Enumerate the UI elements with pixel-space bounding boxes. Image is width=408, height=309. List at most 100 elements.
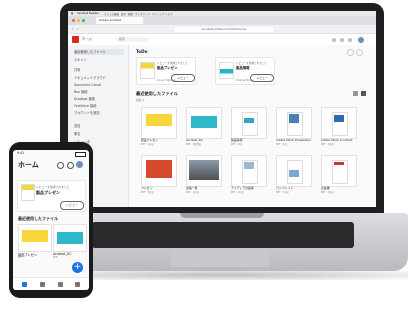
file-card[interactable]: 製品プレゼン PDF · 1分前 bbox=[141, 107, 177, 147]
file-thumbnail bbox=[18, 224, 52, 252]
main-content: ToDo レビューを依頼されました 製品プレゼン Anne Friedman レ… bbox=[129, 45, 376, 207]
laptop-hinge bbox=[180, 213, 264, 218]
avatar[interactable] bbox=[76, 161, 83, 168]
forward-icon[interactable]: › bbox=[77, 26, 79, 31]
file-card[interactable]: Acrobat_DC PDF bbox=[53, 224, 87, 264]
page-title: ホーム bbox=[18, 161, 39, 169]
todo-card[interactable]: レビューを依頼されました 製品プレゼン Anne Friedman レビュー bbox=[136, 57, 196, 85]
todo-title: ToDo bbox=[136, 49, 148, 54]
sidebar-item-scan[interactable]: スキャン bbox=[74, 57, 124, 63]
todo-card-subtitle: レビューを依頼されました bbox=[36, 185, 70, 189]
sidebar-item-sign[interactable]: 署名 bbox=[74, 131, 124, 137]
file-meta: PDF · 1分前 bbox=[141, 143, 154, 146]
file-thumbnail bbox=[231, 155, 267, 187]
file-card[interactable]: 製品情報 PDF · 昨日 bbox=[231, 107, 267, 147]
app-home-link[interactable]: ホーム bbox=[82, 37, 104, 42]
browser-toolbar: ‹ › acrobat.adobe.com/link/home bbox=[68, 25, 376, 34]
file-thumbnail bbox=[321, 107, 357, 139]
review-button[interactable]: レビュー bbox=[60, 201, 84, 210]
sidebar-item-shared[interactable]: 共有 bbox=[74, 67, 124, 73]
nav-home-icon[interactable] bbox=[22, 282, 27, 287]
menubar-edit[interactable]: 編集 bbox=[114, 12, 119, 16]
file-card[interactable]: Acrobat_DC PDF · 2時間前 bbox=[186, 107, 222, 147]
menubar-history[interactable]: 履歴 bbox=[128, 12, 133, 16]
browser-tabbar: Adobe Acrobat bbox=[68, 16, 376, 25]
browser-tab[interactable]: Adobe Acrobat bbox=[96, 17, 143, 24]
file-thumbnail bbox=[321, 155, 357, 187]
todo-thumbnail bbox=[21, 184, 35, 201]
review-button[interactable]: レビュー bbox=[171, 74, 195, 82]
notifications-icon[interactable] bbox=[67, 162, 74, 169]
laptop-keyboard bbox=[92, 222, 354, 248]
recent-sort[interactable]: 最新 ▾ bbox=[136, 98, 144, 102]
file-meta: PDF · 2日前 bbox=[321, 143, 334, 146]
file-card[interactable]: Adobe Stock Prospectus PDF · 昨日 bbox=[276, 107, 312, 147]
prev-icon[interactable] bbox=[347, 49, 354, 56]
minimize-window-icon[interactable] bbox=[77, 18, 80, 22]
avatar[interactable] bbox=[358, 36, 364, 43]
file-card[interactable]: プレゼン PDF · 3日前 bbox=[141, 155, 177, 195]
list-view-icon[interactable] bbox=[353, 91, 358, 96]
sidebar-item-recent[interactable]: 最近使用したファイル bbox=[74, 49, 124, 55]
laptop-screen: ● Acrobat Reader ファイル 編集 表示 履歴 ブックマーク ウィ… bbox=[68, 11, 376, 207]
menubar-app-name[interactable]: Acrobat Reader bbox=[77, 12, 99, 15]
file-thumbnail bbox=[53, 224, 87, 252]
sidebar-item-onedrive[interactable]: OneDrive 接続 bbox=[74, 103, 124, 109]
file-thumbnail bbox=[141, 155, 177, 187]
todo-card-name: 製品プレゼン bbox=[36, 190, 60, 195]
sidebar-item-send[interactable]: 送信 bbox=[74, 123, 124, 129]
sidebar-item-box[interactable]: Box 接続 bbox=[74, 89, 124, 95]
phone-screen: 9:41 ホーム レビューを依頼されました 製品プレゼン レビュー 最近使用した… bbox=[13, 150, 89, 290]
grid-view-icon[interactable] bbox=[361, 91, 366, 96]
file-meta: PDF · 2時間前 bbox=[186, 143, 202, 146]
search-input[interactable]: 検索 bbox=[116, 37, 149, 42]
nav-files-icon[interactable] bbox=[40, 282, 45, 287]
menubar-file[interactable]: ファイル bbox=[104, 12, 114, 16]
apple-icon[interactable]: ● bbox=[71, 12, 73, 15]
apps-grid-icon[interactable] bbox=[348, 37, 352, 42]
sidebar-item-doc-cloud[interactable]: Document Cloud bbox=[74, 82, 124, 88]
menubar-help[interactable]: ヘルプ bbox=[165, 12, 173, 16]
search-icon[interactable] bbox=[57, 162, 64, 169]
address-bar[interactable]: acrobat.adobe.com/link/home bbox=[174, 26, 274, 32]
sidebar-item-add-account[interactable]: アカウントを追加 bbox=[74, 110, 124, 116]
file-thumbnail bbox=[141, 107, 177, 139]
file-thumbnail bbox=[186, 107, 222, 139]
todo-thumbnail bbox=[219, 62, 234, 79]
file-meta: PDF · 3日前 bbox=[141, 191, 154, 194]
back-icon[interactable]: ‹ bbox=[72, 26, 74, 31]
acrobat-logo-icon bbox=[72, 36, 79, 43]
file-card[interactable]: Adobe Stock Contract PDF · 2日前 bbox=[321, 107, 357, 147]
menubar-window[interactable]: ウィンドウ bbox=[152, 12, 165, 16]
file-card[interactable]: パンフレット PDF · 5日前 bbox=[276, 155, 312, 195]
recent-files-title: 最近使用したファイル bbox=[136, 91, 178, 96]
help-icon[interactable] bbox=[332, 37, 336, 42]
battery-icon bbox=[75, 151, 86, 157]
sidebar-item-doc-cloud-ja[interactable]: ドキュメントクラウド bbox=[74, 75, 124, 81]
add-file-button[interactable]: + bbox=[72, 262, 83, 273]
file-card[interactable]: 製品プレゼン PDF bbox=[18, 224, 52, 264]
todo-card[interactable]: レビューを依頼されました 製品プレゼン レビュー bbox=[17, 180, 86, 212]
file-meta: PDF · 4日前 bbox=[231, 191, 244, 194]
next-icon[interactable] bbox=[356, 49, 363, 56]
notifications-icon[interactable] bbox=[340, 37, 344, 42]
menubar-bookmarks[interactable]: ブックマーク bbox=[135, 12, 150, 16]
file-card[interactable]: 出張一覧 PDF · 4日前 bbox=[186, 155, 222, 195]
phone-clock: 9:41 bbox=[17, 151, 25, 155]
close-window-icon[interactable] bbox=[72, 18, 75, 22]
file-thumbnail bbox=[231, 107, 267, 139]
file-meta: PDF · 昨日 bbox=[276, 143, 288, 146]
nav-shared-icon[interactable] bbox=[58, 282, 63, 287]
menubar-view[interactable]: 表示 bbox=[121, 12, 126, 16]
laptop-trackpad bbox=[170, 251, 270, 267]
review-button[interactable]: レビュー bbox=[250, 74, 274, 82]
bottom-nav bbox=[13, 277, 89, 290]
sidebar-item-dropbox[interactable]: Dropbox 接続 bbox=[74, 96, 124, 102]
todo-card-name: 製品情報 bbox=[236, 66, 250, 70]
todo-card[interactable]: レビューを依頼されました 製品情報 Charlie Brown レビュー bbox=[215, 57, 275, 85]
nav-scan-icon[interactable] bbox=[75, 282, 80, 287]
maximize-window-icon[interactable] bbox=[82, 18, 85, 22]
file-meta: PDF · 6日前 bbox=[321, 191, 334, 194]
file-card[interactable]: 企画書 PDF · 6日前 bbox=[321, 155, 357, 195]
file-card[interactable]: アイディアの提案 PDF · 4日前 bbox=[231, 155, 267, 195]
